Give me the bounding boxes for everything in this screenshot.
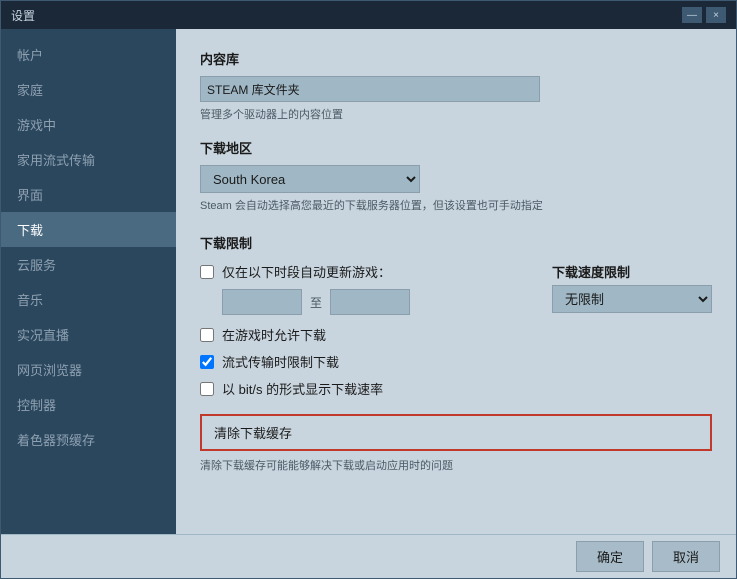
auto-update-label: 仅在以下时段自动更新游戏： — [222, 262, 391, 281]
content-library-hint: 管理多个驱动器上的内容位置 — [200, 106, 712, 122]
window-controls: — × — [682, 7, 726, 23]
time-row: 至 — [222, 289, 552, 315]
content-area: 帐户家庭游戏中家用流式传输界面下载云服务音乐实况直播网页浏览器控制器着色器预缓存… — [1, 29, 736, 534]
left-limits: 仅在以下时段自动更新游戏： 至 — [200, 262, 552, 325]
limit-row-wrapper: 仅在以下时段自动更新游戏： 至 下载速度限制 无限制 — [200, 262, 712, 325]
auto-update-row: 仅在以下时段自动更新游戏： — [200, 262, 552, 281]
cancel-button[interactable]: 取消 — [652, 541, 720, 572]
sidebar: 帐户家庭游戏中家用流式传输界面下载云服务音乐实况直播网页浏览器控制器着色器预缓存 — [1, 29, 176, 534]
speed-dropdown-container: 无限制 — [552, 285, 712, 313]
clear-cache-button[interactable]: 清除下载缓存 — [200, 414, 712, 451]
bitrate-checkbox[interactable] — [200, 382, 214, 396]
sidebar-item-download[interactable]: 下载 — [1, 212, 176, 247]
minimize-button[interactable]: — — [682, 7, 702, 23]
bitrate-row: 以 bit/s 的形式显示下载速率 — [200, 379, 712, 398]
content-library-section: 内容库 管理多个驱动器上的内容位置 — [200, 49, 712, 122]
sidebar-item-broadcast[interactable]: 实况直播 — [1, 317, 176, 352]
region-select[interactable]: South Korea — [200, 165, 420, 193]
speed-limit-label: 下载速度限制 — [552, 262, 630, 281]
footer: 确定 取消 — [1, 534, 736, 578]
allow-ingame-row: 在游戏时允许下载 — [200, 325, 712, 344]
sidebar-item-music[interactable]: 音乐 — [1, 282, 176, 317]
sidebar-item-controller[interactable]: 控制器 — [1, 387, 176, 422]
sidebar-item-family[interactable]: 家庭 — [1, 72, 176, 107]
sidebar-item-interface[interactable]: 界面 — [1, 177, 176, 212]
allow-ingame-label: 在游戏时允许下载 — [222, 325, 326, 344]
close-button[interactable]: × — [706, 7, 726, 23]
download-region-section: 下载地区 South Korea Steam 会自动选择高您最近的下载服务器位置… — [200, 138, 712, 213]
allow-ingame-checkbox[interactable] — [200, 328, 214, 342]
confirm-button[interactable]: 确定 — [576, 541, 644, 572]
title-bar: 设置 — × — [1, 1, 736, 29]
download-limit-section: 下载限制 仅在以下时段自动更新游戏： 至 — [200, 233, 712, 398]
settings-window: 设置 — × 帐户家庭游戏中家用流式传输界面下载云服务音乐实况直播网页浏览器控制… — [0, 0, 737, 579]
content-library-title: 内容库 — [200, 49, 712, 68]
streaming-limit-row: 流式传输时限制下载 — [200, 352, 712, 371]
sidebar-item-account[interactable]: 帐户 — [1, 37, 176, 72]
auto-update-checkbox[interactable] — [200, 265, 214, 279]
cache-section: 清除下载缓存 清除下载缓存可能能够解决下载或启动应用时的问题 — [200, 414, 712, 473]
sidebar-item-cloud[interactable]: 云服务 — [1, 247, 176, 282]
download-region-hint: Steam 会自动选择高您最近的下载服务器位置，但该设置也可手动指定 — [200, 197, 712, 213]
region-dropdown-container: South Korea — [200, 165, 712, 193]
library-folder-field[interactable] — [200, 76, 540, 102]
sidebar-item-browser[interactable]: 网页浏览器 — [1, 352, 176, 387]
window-title: 设置 — [11, 7, 35, 24]
streaming-limit-label: 流式传输时限制下载 — [222, 352, 339, 371]
main-panel: 内容库 管理多个驱动器上的内容位置 下载地区 South Korea Steam… — [176, 29, 736, 534]
time-to-field[interactable] — [330, 289, 410, 315]
to-label: 至 — [310, 294, 322, 311]
bitrate-label: 以 bit/s 的形式显示下载速率 — [222, 379, 383, 398]
sidebar-item-ingame[interactable]: 游戏中 — [1, 107, 176, 142]
speed-select[interactable]: 无限制 — [552, 285, 712, 313]
download-region-title: 下载地区 — [200, 138, 712, 157]
sidebar-item-shader[interactable]: 着色器预缓存 — [1, 422, 176, 457]
cache-hint: 清除下载缓存可能能够解决下载或启动应用时的问题 — [200, 457, 712, 473]
right-speed: 下载速度限制 无限制 — [552, 262, 712, 313]
time-from-field[interactable] — [222, 289, 302, 315]
download-limit-title: 下载限制 — [200, 233, 712, 252]
streaming-limit-checkbox[interactable] — [200, 355, 214, 369]
sidebar-item-streaming[interactable]: 家用流式传输 — [1, 142, 176, 177]
